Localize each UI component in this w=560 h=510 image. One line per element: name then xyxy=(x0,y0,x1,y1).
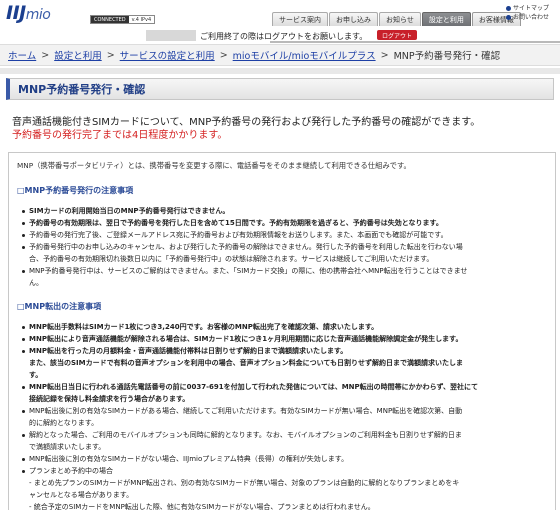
lead-description: 音声通話機能付きSIMカードについて、MNP予約番号の発行および発行した予約番号… xyxy=(12,117,481,128)
lead-warning: 予約番号の発行完了までは4日程度かかります。 xyxy=(12,130,228,141)
header-divider xyxy=(270,41,560,43)
iijmio-logo[interactable]: IIJmio xyxy=(6,2,51,24)
tab-settings[interactable]: 設定と利用 xyxy=(421,12,471,26)
site-header: IIJmio CONNECTED v.4 IPv4 サービス案内 お申し込み お… xyxy=(0,0,560,43)
breadcrumb-home[interactable]: ホーム xyxy=(8,48,36,62)
list-item: SIMカードの利用開始当日のMNP予約番号発行はできません。 xyxy=(22,205,547,217)
transfer-notes-list: MNP転出手数料はSIMカード1枚につき3,240円です。お客様のMNP転出完了… xyxy=(17,321,547,510)
list-item: MNP転出後に別の有効なSIMカードがない場合、IIJmioプレミアム特典（長得… xyxy=(22,453,547,465)
section-heading-transfer-notes: □MNP転出の注意事項 xyxy=(17,302,102,311)
section-divider xyxy=(0,68,560,74)
connection-status-badge: CONNECTED v.4 IPv4 xyxy=(90,15,156,24)
list-item: 接続記録を保持し料金請求を行う場合があります。 xyxy=(29,395,190,403)
issue-notes-list: SIMカードの利用開始当日のMNP予約番号発行はできません。 予約番号の有効期限… xyxy=(17,205,547,289)
list-item: プランまとめ予約中の場合 xyxy=(22,465,547,477)
breadcrumb-mio-mobile[interactable]: mioモバイル/mioモバイルプラス xyxy=(233,48,376,62)
logout-notice: ご利用終了の際はログアウトをお願いします。 ログアウト xyxy=(0,30,560,43)
list-item: 解約となった場合、ご利用のモバイルオプションも同時に解約となります。なお、モバイ… xyxy=(22,429,547,441)
sitemap-link[interactable]: サイトマップ xyxy=(506,4,549,13)
list-item: 予約番号発行中のお申し込みのキャンセル、および発行した予約番号の解除はできません… xyxy=(22,241,547,253)
list-item: MNP転出日当日に行われる通話先電話番号の前に0037-691を付加して行われた… xyxy=(22,381,547,393)
breadcrumb-separator: > xyxy=(219,49,228,61)
page-title: MNP予約番号発行・確認 xyxy=(6,78,554,100)
breadcrumb-separator: > xyxy=(106,49,115,61)
tab-service-info[interactable]: サービス案内 xyxy=(272,12,328,26)
breadcrumb-current: MNP予約番号発行・確認 xyxy=(393,51,501,62)
tab-apply[interactable]: お申し込み xyxy=(329,12,378,26)
breadcrumb-settings[interactable]: 設定と利用 xyxy=(54,48,102,62)
list-item: また、該当のSIMカードで有料の音声オプションを利用中の場合、音声オプション料金… xyxy=(29,359,464,367)
list-item: す。 xyxy=(29,371,43,379)
mnp-intro: MNP（携帯番号ポータビリティ）とは、携帯番号を変更する際に、電話番号をそのまま… xyxy=(17,161,411,170)
global-nav: サービス案内 お申し込み お知らせ 設定と利用 お客様情報 xyxy=(272,12,521,26)
breadcrumb-separator: > xyxy=(380,49,389,61)
connected-label: CONNECTED xyxy=(91,16,129,23)
list-item: MNP転出により音声通話機能が解除される場合は、SIMカード1枚につき1ヶ月利用… xyxy=(22,333,547,345)
logout-button[interactable]: ログアウト xyxy=(377,30,418,40)
breadcrumb-service-settings[interactable]: サービスの設定と利用 xyxy=(120,48,215,62)
list-item: MNP予約番号発行中は、サービスのご解約はできません。また、「SIMカード交換」… xyxy=(22,265,547,277)
list-item: 的に解約となります。 xyxy=(29,419,99,427)
contact-link[interactable]: お問い合わせ xyxy=(506,13,549,22)
list-item: - まとめ先プランのSIMカードがMNP転出され、別の有効なSIMカードが無い場… xyxy=(29,479,460,487)
protocol-label: v.4 IPv4 xyxy=(128,16,155,23)
breadcrumb-separator: > xyxy=(41,49,50,61)
list-item: MNP転出手数料はSIMカード1枚につき3,240円です。お客様のMNP転出完了… xyxy=(22,321,547,333)
tab-news[interactable]: お知らせ xyxy=(379,12,421,26)
sitemap-icon xyxy=(506,6,511,11)
notes-panel: MNP（携帯番号ポータビリティ）とは、携帯番号を変更する際に、電話番号をそのまま… xyxy=(8,152,556,510)
list-item: MNP転出後に別の有効なSIMカードがある場合、継続してご利用いただけます。有効… xyxy=(22,405,547,417)
list-item: で満額請求いたします。 xyxy=(29,443,106,451)
lead-text: 音声通話機能付きSIMカードについて、MNP予約番号の発行および発行した予約番号… xyxy=(12,116,480,142)
list-item: ん。 xyxy=(29,279,43,287)
list-item: 合、予約番号の有効期限切れ後数日以内に「予約番号発行中」の状態は解除されます。サ… xyxy=(29,255,434,263)
breadcrumb: ホーム > 設定と利用 > サービスの設定と利用 > mioモバイル/mioモバ… xyxy=(0,44,560,66)
list-item: ャンセルとなる場合があります。 xyxy=(29,491,134,499)
utility-links: サイトマップ お問い合わせ xyxy=(506,4,549,22)
list-item: 予約番号の発行完了後、ご登録メールアドレス宛に予約番号および有効期限情報をお送り… xyxy=(22,229,547,241)
section-heading-issue-notes: □MNP予約番号発行の注意事項 xyxy=(17,186,134,195)
contact-icon xyxy=(506,15,511,20)
user-name-area xyxy=(146,30,196,41)
list-item: MNP転出を行った月の月額料金・音声通話機能付帯料は日割りせず解約日まで満額請求… xyxy=(22,345,547,357)
list-item: 予約番号の有効期限は、翌日で予約番号を発行した日を含めて15日間です。予約有効期… xyxy=(22,217,547,229)
list-item: - 統合予定のSIMカードをMNP転出した際、他に有効なSIMカードがない場合、… xyxy=(29,503,375,510)
